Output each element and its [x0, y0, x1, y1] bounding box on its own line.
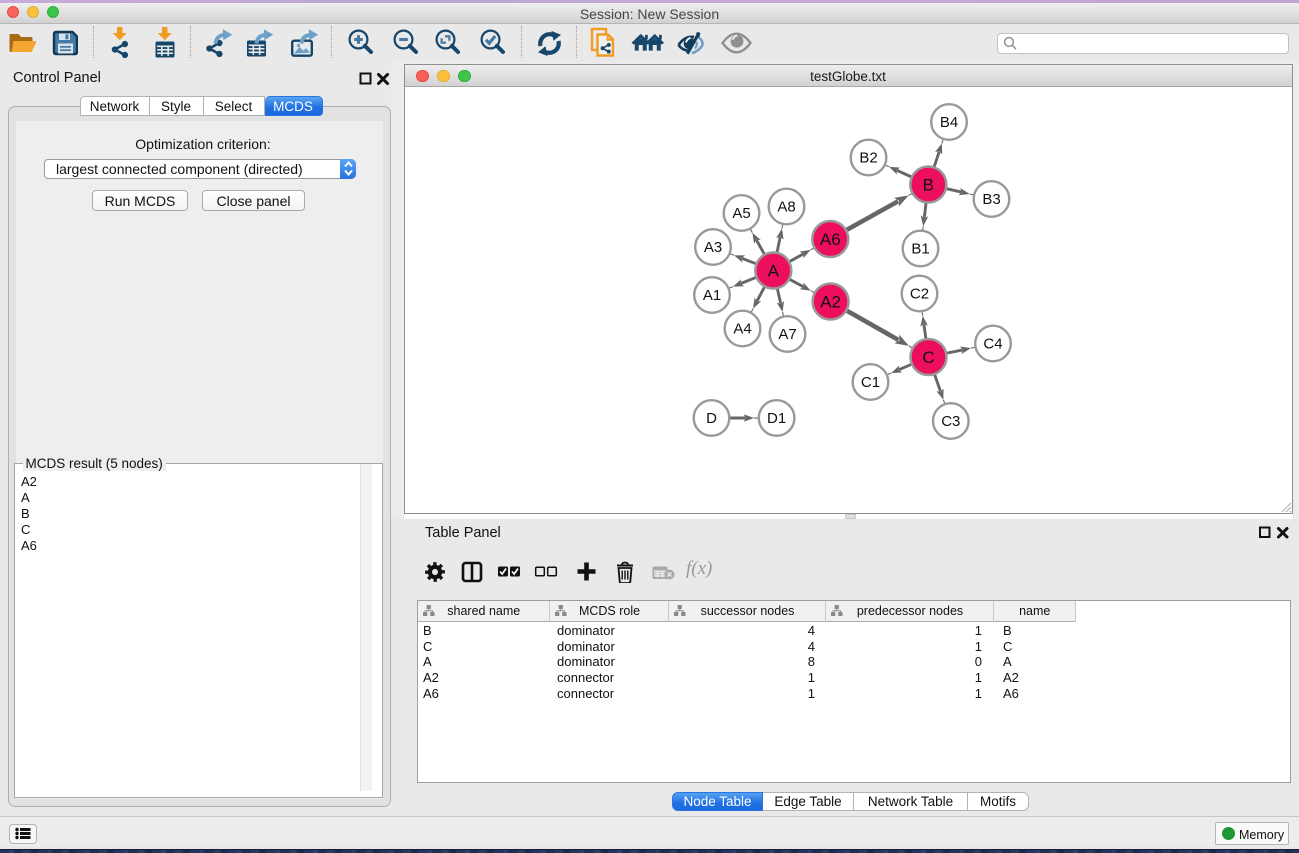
svg-text:B2: B2 — [859, 149, 877, 166]
svg-text:A7: A7 — [778, 326, 796, 343]
svg-text:B1: B1 — [911, 240, 929, 257]
svg-text:D: D — [706, 410, 717, 427]
svg-text:A2: A2 — [820, 292, 841, 311]
svg-text:C2: C2 — [909, 285, 928, 302]
svg-text:B: B — [922, 175, 933, 194]
svg-text:C4: C4 — [983, 335, 1002, 352]
svg-text:C1: C1 — [860, 374, 879, 391]
svg-text:B3: B3 — [982, 191, 1000, 208]
svg-text:A8: A8 — [777, 198, 795, 215]
svg-text:A: A — [767, 261, 779, 280]
svg-text:C3: C3 — [941, 413, 960, 430]
svg-text:C: C — [922, 348, 934, 367]
svg-text:A4: A4 — [733, 320, 751, 337]
svg-text:A3: A3 — [703, 239, 721, 256]
svg-text:A1: A1 — [702, 287, 720, 304]
svg-text:B4: B4 — [939, 114, 957, 131]
svg-text:A5: A5 — [732, 205, 750, 222]
svg-text:D1: D1 — [767, 410, 786, 427]
svg-text:A6: A6 — [819, 230, 840, 249]
